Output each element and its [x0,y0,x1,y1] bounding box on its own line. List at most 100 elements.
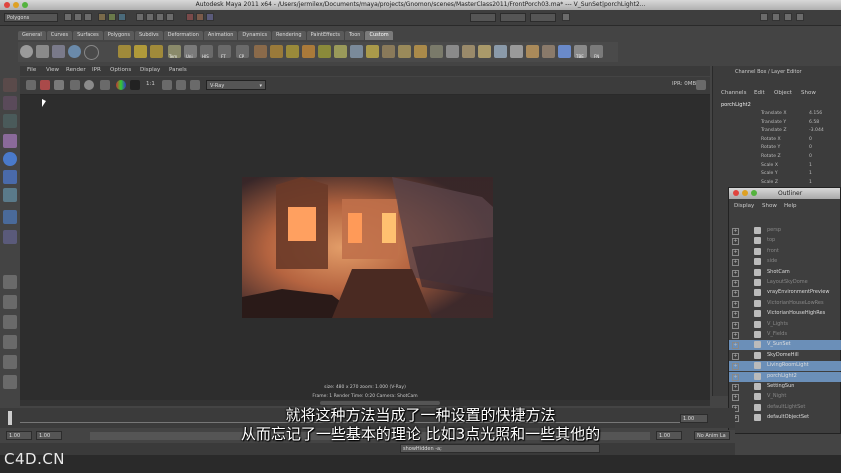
select-component-icon[interactable] [118,13,126,21]
layout-single-icon[interactable] [3,275,17,289]
scale-tool-icon[interactable] [3,170,17,184]
script-icon-2[interactable] [270,45,283,58]
cb-attr-label[interactable]: Scale Z [761,180,778,185]
menu-options[interactable]: Options [110,67,131,73]
snap-plane-icon[interactable] [166,13,174,21]
outliner-item[interactable]: + SettingSun [729,382,841,392]
render-region-icon[interactable] [70,80,80,90]
snap-point-icon[interactable] [156,13,164,21]
outliner-menu-show[interactable]: Show [762,203,777,209]
expand-icon[interactable]: + [732,373,739,381]
shelf-tab-surfaces[interactable]: Surfaces [73,31,103,40]
expand-icon[interactable]: + [732,321,739,329]
cb-menu-edit[interactable]: Edit [754,90,765,96]
expand-icon[interactable]: + [732,248,739,256]
script-icon-14[interactable] [462,45,475,58]
script-icon-9[interactable] [382,45,395,58]
cb-attr-value[interactable]: 4.156 [809,111,822,116]
cb-attr-value[interactable]: 0 [809,154,812,159]
expand-icon[interactable]: + [732,363,739,371]
expand-icon[interactable]: + [732,238,739,246]
expand-icon[interactable]: + [732,332,739,339]
renderer-dropdown[interactable]: V-Ray ▾ [206,80,266,90]
layout-outliner-icon[interactable] [3,335,17,349]
cb-attr-value[interactable]: 1 [809,171,812,176]
keep-image-icon[interactable] [100,80,110,90]
cb-attr-value[interactable]: 0 [809,145,812,150]
outliner-item[interactable]: + LayoutSkyDome [729,278,841,288]
cb-menu-channels[interactable]: Channels [721,90,746,96]
script-icon-15[interactable] [478,45,491,58]
cylinder-icon[interactable] [52,45,65,58]
outliner-item[interactable]: + V_Fields [729,330,841,340]
select-tool-icon[interactable] [3,78,17,92]
refresh-icon[interactable] [84,80,94,90]
menu-view[interactable]: View [46,67,59,73]
cb-menu-object[interactable]: Object [774,90,792,96]
script-icon-3[interactable] [286,45,299,58]
ipr-render-icon[interactable] [196,13,204,21]
shelf-tab-toon[interactable]: Toon [344,31,365,40]
sphere-icon[interactable] [20,45,33,58]
layout-hypershade-icon[interactable] [3,375,17,389]
rotate-tool-icon[interactable] [3,152,17,166]
outliner-item[interactable]: + V_Lights [729,320,841,330]
script-icon-10[interactable] [398,45,411,58]
script-icon-18[interactable] [526,45,539,58]
menu-render[interactable]: Render [66,67,86,73]
shelf-tab-custom[interactable]: Custom [365,31,393,40]
outliner-menu-help[interactable]: Help [784,203,797,209]
expand-icon[interactable]: + [732,342,739,350]
display-options-icon[interactable] [176,80,186,90]
shelf-tab-deformation[interactable]: Deformation [163,31,203,40]
render-globals-icon[interactable] [190,80,200,90]
y-field[interactable] [500,13,526,22]
render-frame-icon[interactable] [186,13,194,21]
show-attribute-editor-icon[interactable] [772,13,780,21]
menu-ipr[interactable]: IPR [92,67,101,73]
outliner-item[interactable]: + top [729,236,841,246]
last-tool-icon[interactable] [3,230,17,244]
cb-attr-label[interactable]: Scale Y [761,171,778,176]
cube-icon[interactable] [36,45,49,58]
outliner-item[interactable]: + SkyDomeHill [729,351,841,361]
new-scene-icon[interactable] [64,13,72,21]
ipr-icon[interactable] [40,80,50,90]
shelf-tab-animation[interactable]: Animation [203,31,238,40]
cb-attr-value[interactable]: 1 [809,180,812,185]
open-scene-icon[interactable] [74,13,82,21]
cb-attr-label[interactable]: Translate X [761,111,786,116]
torus-icon[interactable] [68,45,81,58]
real-size-label[interactable]: 1:1 [146,81,155,87]
outliner-item[interactable]: + ShotCam [729,268,841,278]
show-channel-box-icon[interactable] [796,13,804,21]
expand-icon[interactable]: + [732,394,739,402]
cb-menu-show[interactable]: Show [801,90,816,96]
vray-cube-icon[interactable] [558,45,571,58]
shelf-tab-painteffects[interactable]: PaintEffects [306,31,344,40]
outliner-item[interactable]: + vrayEnvironmentPreview [729,288,841,298]
select-object-icon[interactable] [108,13,116,21]
script-icon-19[interactable] [542,45,555,58]
render-view-panel[interactable]: size: 480 x 270 zoom: 1.000 (V-Ray) Fram… [20,95,710,400]
script-icon-1[interactable] [254,45,267,58]
shelf-tab-curves[interactable]: Curves [46,31,73,40]
script-icon-13[interactable] [446,45,459,58]
alpha-channel-icon[interactable] [130,80,140,90]
move-tool-icon[interactable] [3,134,17,148]
outliner-zoom-icon[interactable] [751,190,757,196]
manipulator-tool-icon[interactable] [3,188,17,202]
outliner-item[interactable]: + porchLight2 [729,371,841,382]
script-icon-5[interactable] [318,45,331,58]
show-modeling-toolkit-icon[interactable] [760,13,768,21]
redo-render-icon[interactable] [26,80,36,90]
outliner-menu-display[interactable]: Display [734,203,754,209]
outliner-item[interactable]: + LivingRoomLight [729,361,841,372]
soft-mod-tool-icon[interactable] [3,210,17,224]
script-icon-17[interactable] [510,45,523,58]
transform-lock-icon[interactable] [562,13,570,21]
outliner-minimize-icon[interactable] [742,190,748,196]
shelf-tab-subdivs[interactable]: Subdivs [135,31,163,40]
layout-graph-icon[interactable] [3,355,17,369]
expand-icon[interactable]: + [732,280,739,287]
